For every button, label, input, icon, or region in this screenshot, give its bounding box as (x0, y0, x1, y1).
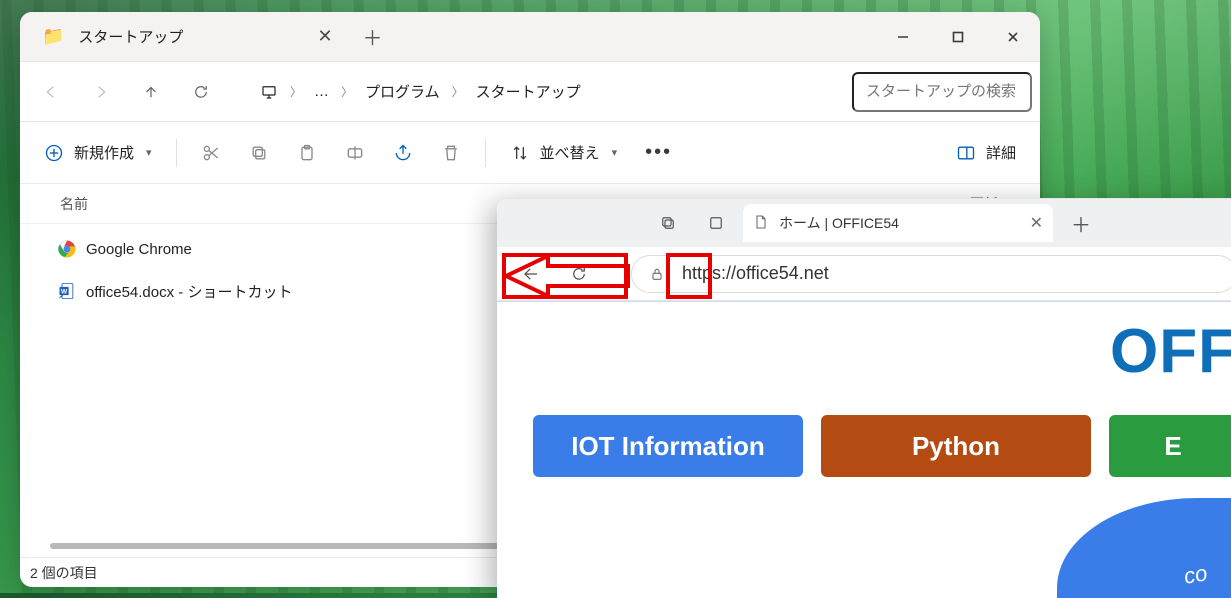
page-corner-label: co (1182, 560, 1209, 590)
folder-icon: 📁 (42, 26, 64, 47)
share-icon (393, 143, 413, 163)
url-text: https://office54.net (674, 263, 829, 284)
sort-icon (510, 143, 530, 163)
chrome-icon (54, 239, 80, 259)
explorer-toolbar: 新規作成 ▾ 並べ替え ▾ ••• 詳細 (20, 122, 1040, 184)
tab-overview-icon (659, 214, 677, 232)
sort-label: 並べ替え (540, 142, 600, 163)
share-button[interactable] (383, 132, 423, 174)
window-controls (875, 12, 1040, 61)
browser-tabbar: ホーム | OFFICE54 ✕ ＋ (497, 199, 1231, 247)
browser-back-button[interactable] (509, 254, 553, 294)
breadcrumb[interactable]: 〉 … 〉 プログラム 〉 スタートアップ (246, 81, 848, 102)
scissors-icon (201, 143, 221, 163)
copy-icon (249, 143, 269, 163)
sort-button[interactable]: 並べ替え ▾ (500, 132, 628, 174)
page-favicon (753, 214, 769, 233)
rename-icon (345, 143, 365, 163)
scrollbar-thumb[interactable] (50, 543, 499, 549)
browser-navbar: https://office54.net (497, 247, 1231, 301)
browser-tab-title: ホーム | OFFICE54 (779, 213, 899, 233)
breadcrumb-ellipsis[interactable]: … (314, 83, 329, 100)
details-label: 詳細 (986, 142, 1016, 163)
explorer-tab-title: スタートアップ (78, 26, 183, 47)
item-count: 2 個の項目 (30, 563, 98, 583)
lock-icon (649, 266, 665, 282)
nav-up-button[interactable] (128, 69, 174, 115)
explorer-navbar: 〉 … 〉 プログラム 〉 スタートアップ (20, 62, 1040, 122)
rename-button[interactable] (335, 132, 375, 174)
nav-refresh-button[interactable] (178, 69, 224, 115)
toolbar-separator (176, 139, 177, 167)
chevron-right-icon: 〉 (452, 83, 464, 100)
page-brand: OFF (1110, 316, 1231, 387)
chevron-right-icon: 〉 (290, 83, 302, 100)
details-pane-button[interactable]: 詳細 (946, 132, 1026, 174)
new-tab-button[interactable]: ＋ (345, 12, 401, 61)
more-button[interactable]: ••• (635, 132, 682, 174)
word-doc-icon: W (54, 281, 80, 301)
explorer-titlebar: 📁 スタートアップ ✕ ＋ (20, 12, 1040, 62)
chevron-down-icon: ▾ (146, 146, 152, 159)
workspace-icon (707, 214, 725, 232)
breadcrumb-item[interactable]: スタートアップ (476, 81, 581, 102)
new-tab-button[interactable]: ＋ (1059, 204, 1103, 242)
chevron-down-icon: ▾ (612, 146, 618, 159)
browser-refresh-button[interactable] (557, 254, 601, 294)
plus-circle-icon (44, 143, 64, 163)
url-bar[interactable]: https://office54.net (631, 255, 1231, 293)
details-pane-icon (956, 143, 976, 163)
explorer-tab[interactable]: 📁 スタートアップ ✕ (20, 12, 345, 61)
ellipsis-icon: ••• (645, 141, 672, 164)
nav-forward-button[interactable] (78, 69, 124, 115)
new-item-button[interactable]: 新規作成 ▾ (34, 132, 162, 174)
toolbar-separator (485, 139, 486, 167)
clipboard-icon (297, 143, 317, 163)
category-python-button[interactable]: Python (821, 415, 1091, 477)
close-window-button[interactable] (985, 12, 1040, 61)
workspace-button[interactable] (695, 205, 737, 241)
page-viewport: OFF IOT Information Python E co (497, 301, 1231, 598)
browser-window: ホーム | OFFICE54 ✕ ＋ https://office54.net … (497, 198, 1231, 598)
copy-button[interactable] (239, 132, 279, 174)
svg-text:W: W (61, 289, 68, 296)
category-e-button[interactable]: E (1109, 415, 1231, 477)
close-tab-button[interactable]: ✕ (317, 26, 332, 47)
tab-actions-button[interactable] (647, 205, 689, 241)
maximize-button[interactable] (930, 12, 985, 61)
page-category-nav: IOT Information Python E (497, 387, 1231, 477)
paste-button[interactable] (287, 132, 327, 174)
pc-icon (260, 83, 278, 101)
close-tab-button[interactable]: ✕ (1030, 213, 1043, 233)
category-iot-button[interactable]: IOT Information (533, 415, 803, 477)
new-item-label: 新規作成 (74, 142, 134, 163)
nav-back-button[interactable] (28, 69, 74, 115)
minimize-button[interactable] (875, 12, 930, 61)
cut-button[interactable] (191, 132, 231, 174)
search-input[interactable] (852, 72, 1032, 112)
browser-tab[interactable]: ホーム | OFFICE54 ✕ (743, 204, 1053, 242)
chevron-right-icon: 〉 (341, 83, 353, 100)
delete-button[interactable] (431, 132, 471, 174)
trash-icon (441, 143, 461, 163)
breadcrumb-item[interactable]: プログラム (365, 81, 440, 102)
site-identity-button[interactable] (640, 257, 674, 291)
